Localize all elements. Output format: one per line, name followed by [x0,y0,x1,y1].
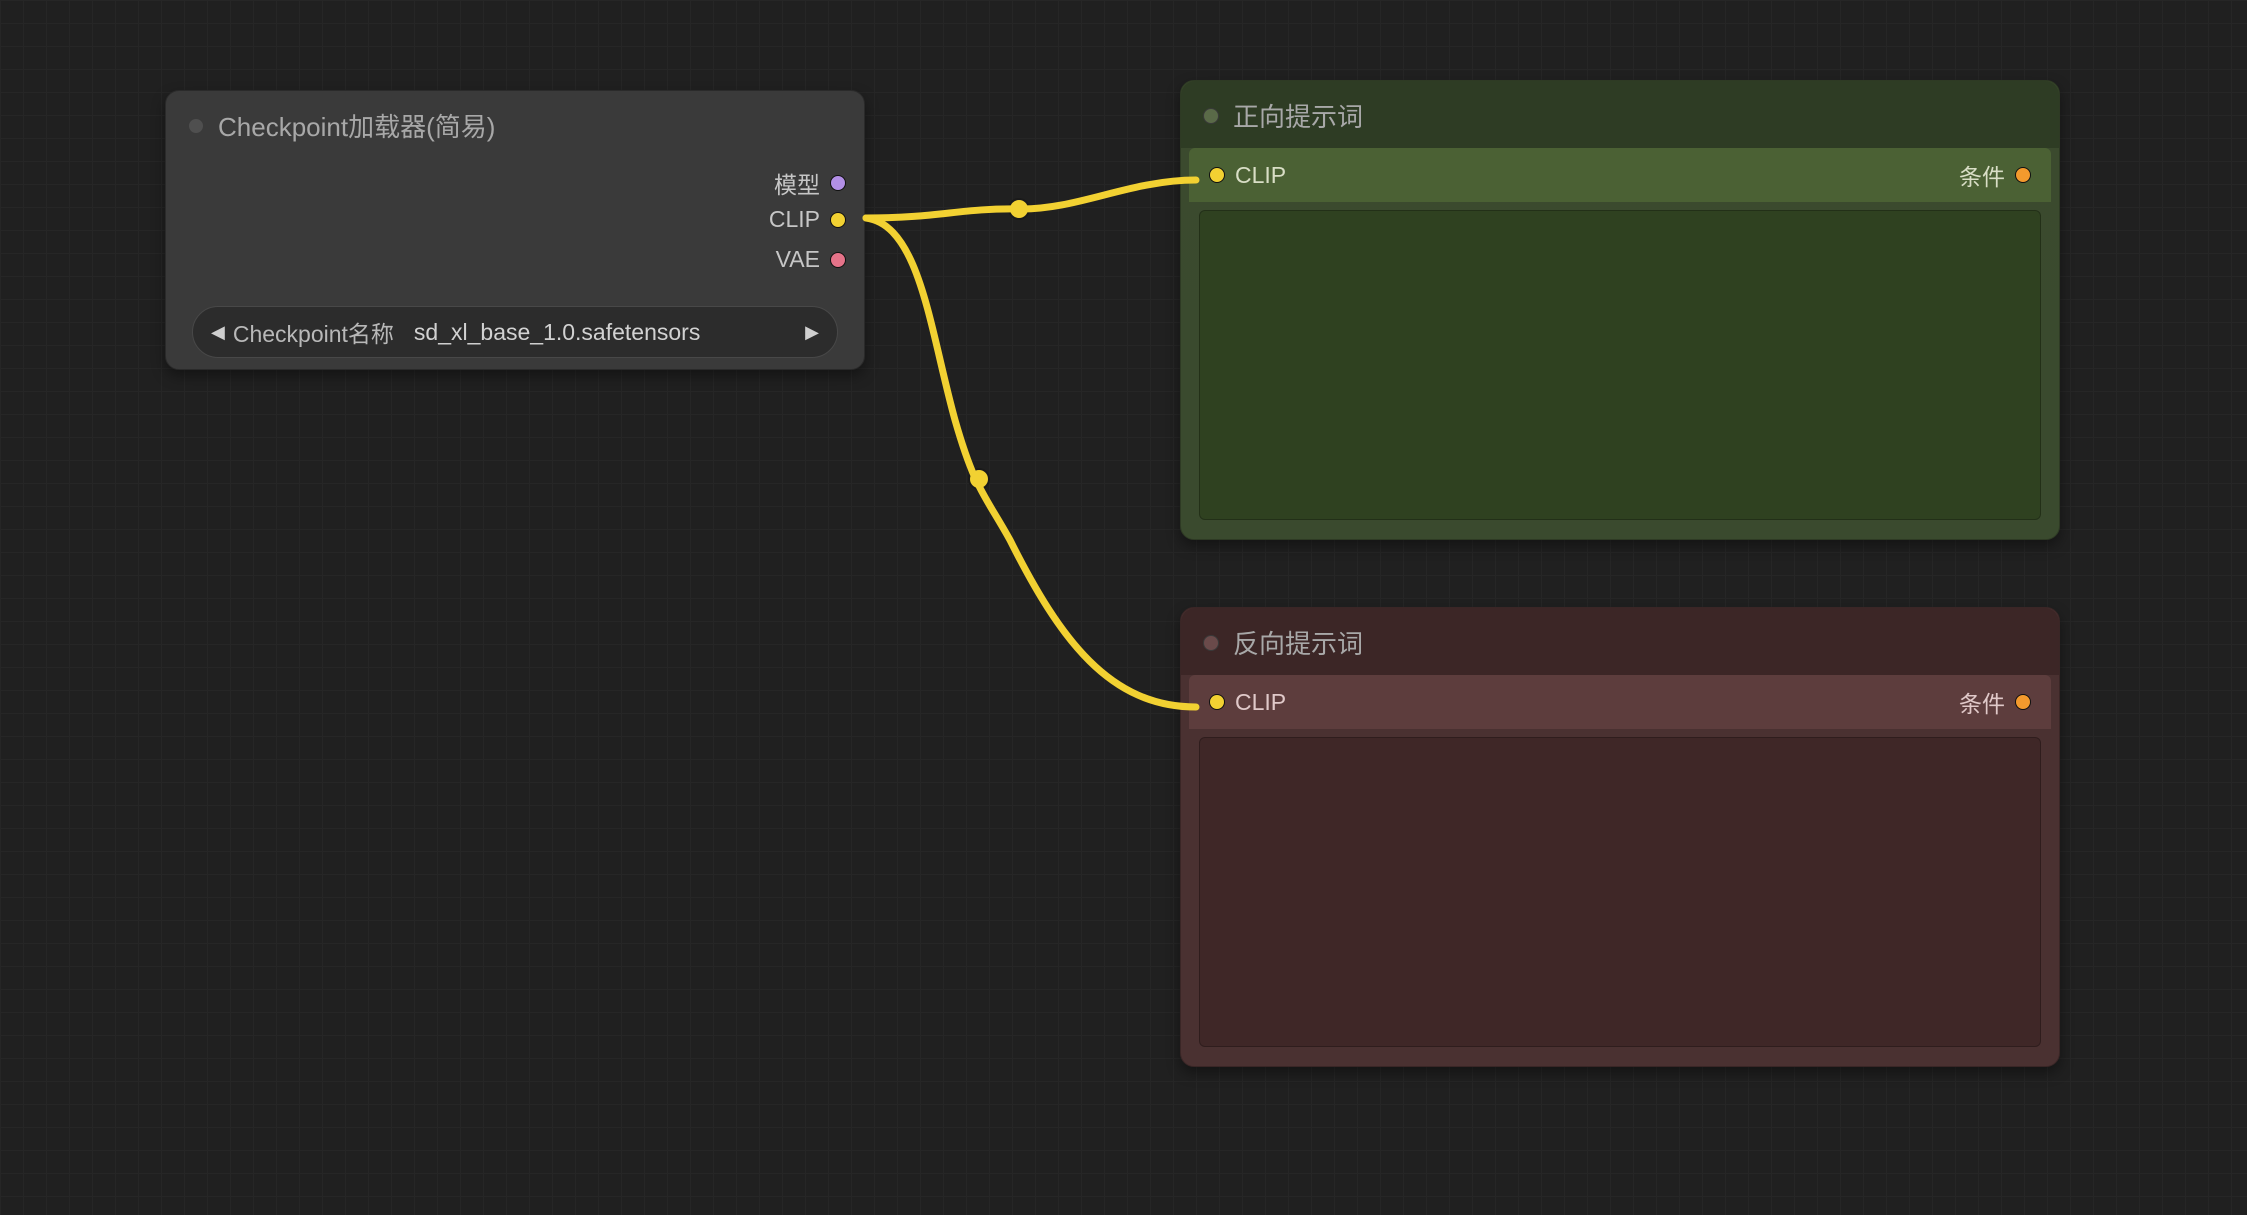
port-clip-icon[interactable] [1209,694,1225,710]
node-header[interactable]: 反向提示词 [1181,608,2059,675]
node-header[interactable]: 正向提示词 [1181,81,2059,148]
node-header[interactable]: Checkpoint加载器(简易) [166,91,864,158]
chevron-left-icon[interactable]: ◀ [211,322,225,343]
output-model-label: 模型 [774,166,820,200]
collapse-toggle-icon[interactable] [1203,108,1219,124]
negative-prompt-input[interactable] [1199,737,2041,1047]
port-model-icon[interactable] [830,175,846,191]
positive-prompt-input[interactable] [1199,210,2041,520]
port-conditioning-icon[interactable] [2015,167,2031,183]
node-title: 正向提示词 [1233,97,1363,134]
port-clip-icon[interactable] [830,212,846,228]
node-negative-prompt[interactable]: 反向提示词 CLIP 条件 [1180,607,2060,1067]
collapse-toggle-icon[interactable] [1203,635,1219,651]
node-canvas[interactable]: Checkpoint加载器(简易) 模型 CLIP VAE ◀ Checkpoi… [0,0,2247,1215]
wire-reroute-icon[interactable] [1008,198,1030,220]
output-conditioning-label: 条件 [1959,685,2005,719]
input-clip-label: CLIP [1235,162,1286,189]
node-positive-prompt[interactable]: 正向提示词 CLIP 条件 [1180,80,2060,540]
port-conditioning-icon[interactable] [2015,694,2031,710]
io-row: CLIP 条件 [1189,148,2051,202]
input-clip-row[interactable]: CLIP [1209,689,1286,716]
chevron-right-icon[interactable]: ▶ [805,322,819,343]
port-vae-icon[interactable] [830,252,846,268]
wire-reroute-icon[interactable] [968,468,990,490]
output-clip-row[interactable]: CLIP [769,206,846,233]
output-clip-label: CLIP [769,206,820,233]
checkpoint-select[interactable]: ◀ Checkpoint名称 sd_xl_base_1.0.safetensor… [192,306,838,358]
output-conditioning-row[interactable]: 条件 [1959,685,2031,719]
output-vae-label: VAE [776,246,820,273]
checkpoint-select-label: Checkpoint名称 [233,315,394,349]
node-checkpoint-loader[interactable]: Checkpoint加载器(简易) 模型 CLIP VAE ◀ Checkpoi… [165,90,865,370]
node-title: 反向提示词 [1233,624,1363,661]
checkpoint-select-value: sd_xl_base_1.0.safetensors [414,319,805,346]
collapse-toggle-icon[interactable] [188,118,204,134]
input-clip-label: CLIP [1235,689,1286,716]
output-model-row[interactable]: 模型 [774,166,846,200]
io-row: CLIP 条件 [1189,675,2051,729]
node-title: Checkpoint加载器(简易) [218,107,495,144]
output-conditioning-row[interactable]: 条件 [1959,158,2031,192]
input-clip-row[interactable]: CLIP [1209,162,1286,189]
port-clip-icon[interactable] [1209,167,1225,183]
output-vae-row[interactable]: VAE [776,246,846,273]
output-conditioning-label: 条件 [1959,158,2005,192]
